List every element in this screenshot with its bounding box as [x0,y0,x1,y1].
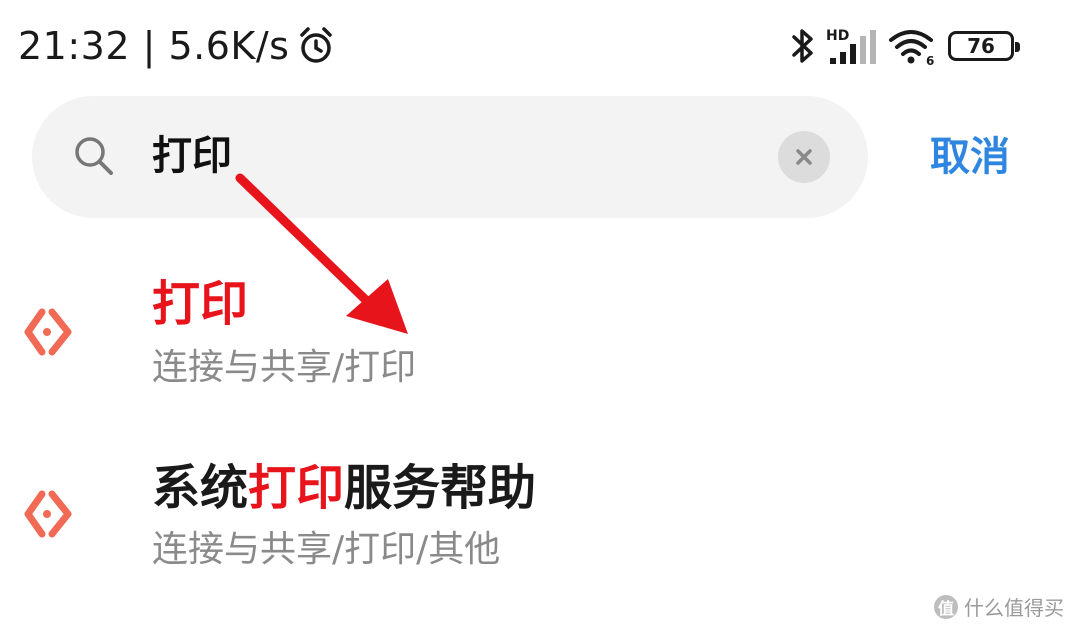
result-item-print[interactable]: 打印 连接与共享/打印 [0,262,1080,402]
result-title: 打印 [152,276,248,332]
cancel-button[interactable]: 取消 [930,132,1010,182]
watermark-text: 什么值得买 [964,596,1064,620]
wifi-label: 6 [926,54,934,66]
wifi-icon: 6 [889,30,934,66]
battery-icon: 76 [948,31,1020,61]
hd-signal-icon: HD [826,28,876,64]
result-title-suffix: 服务帮助 [344,460,537,516]
result-title: 系统打印服务帮助 [152,460,536,516]
share-connect-icon [24,490,72,538]
watermark: 值 什么值得买 [934,592,1064,621]
status-left: 21:32 | 5.6K/s [18,22,335,70]
battery-level: 76 [967,34,995,58]
network-speed: 5.6K/s [168,24,290,68]
status-separator: | [130,24,169,68]
share-connect-icon [24,308,72,356]
search-input[interactable]: 打印 [152,132,232,180]
alarm-icon [300,27,333,63]
result-item-print-service-help[interactable]: 系统打印服务帮助 连接与共享/打印/其他 [0,446,1080,586]
bluetooth-icon [792,29,813,63]
status-time: 21:32 [18,24,131,68]
result-path: 连接与共享/打印 [152,347,417,388]
status-bar: 21:32 | 5.6K/s HD 6 76 [0,0,1080,92]
result-title-prefix: 系统 [152,460,249,516]
clear-icon [796,149,812,165]
hd-label: HD [826,28,849,44]
battery-cap [1015,42,1020,52]
result-title-highlight: 打印 [152,276,249,332]
status-right: HD 6 76 [790,24,1020,68]
clear-button[interactable] [778,131,830,183]
result-path: 连接与共享/打印/其他 [152,529,501,570]
search-icon [75,137,113,175]
search-bar[interactable]: 打印 [32,96,868,218]
watermark-logo: 值 [934,594,958,619]
result-title-highlight: 打印 [248,460,345,516]
